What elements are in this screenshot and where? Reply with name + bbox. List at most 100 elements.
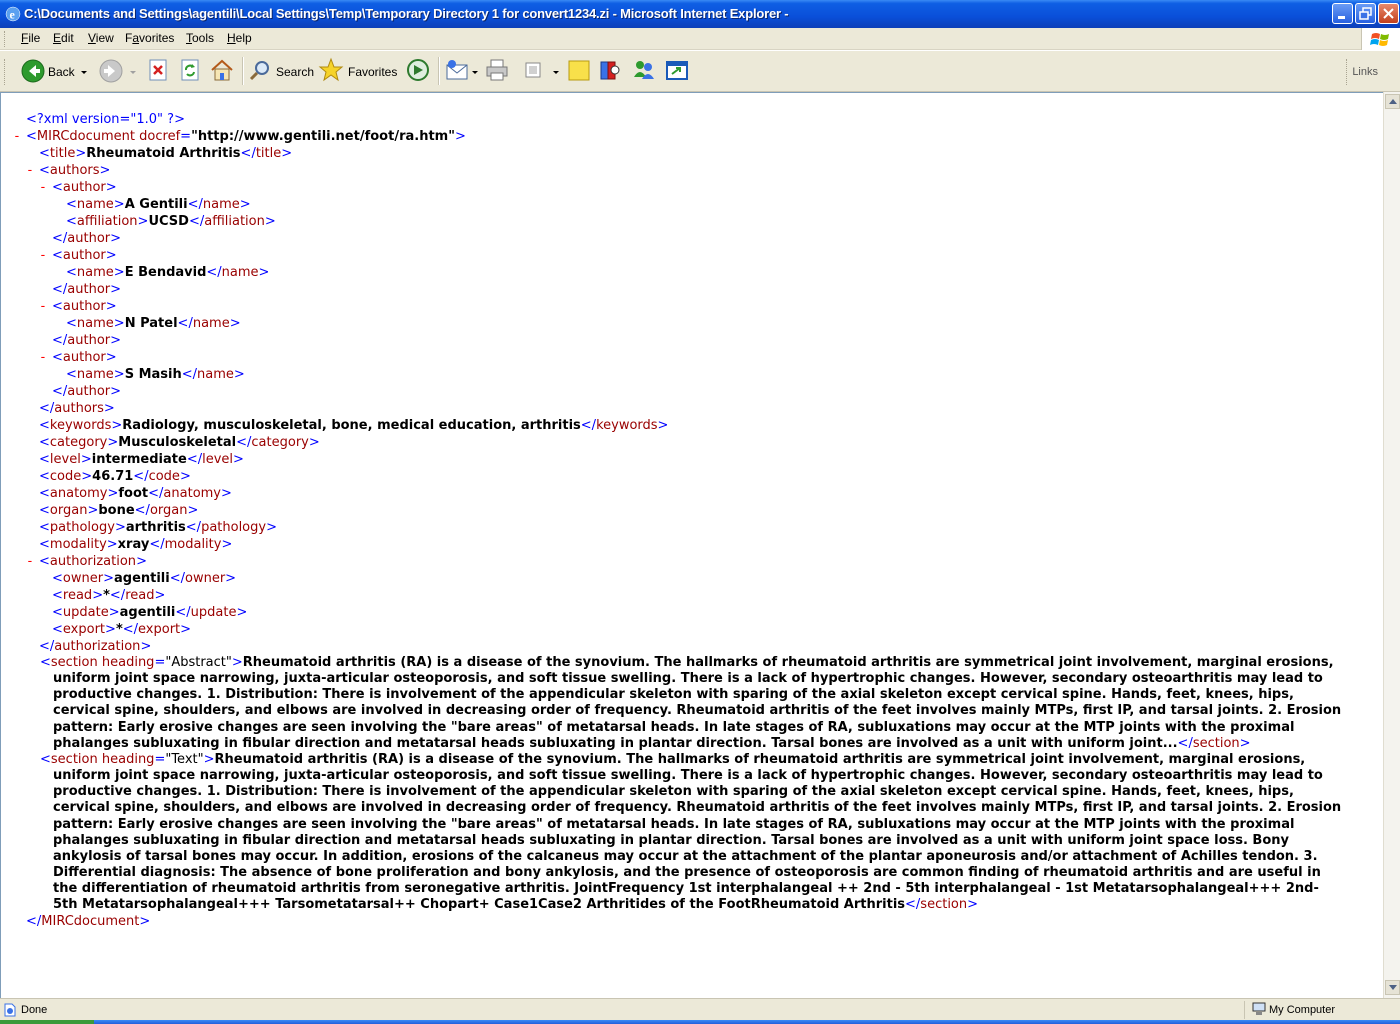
author-close-tag: </author>: [52, 282, 122, 297]
organ-element: <organ>bone</organ>: [39, 503, 199, 518]
restore-icon: [1359, 7, 1372, 20]
code-element: <code>46.71</code>: [39, 469, 191, 484]
links-grip[interactable]: [1346, 59, 1350, 85]
window-button[interactable]: [664, 57, 692, 85]
root-open-tag: <MIRCdocument docref="http://www.gentili…: [26, 129, 466, 144]
anatomy-element: <anatomy>foot</anatomy>: [39, 486, 232, 501]
author-name: <name>E Bendavid</name>: [66, 265, 270, 280]
vertical-scrollbar[interactable]: [1383, 92, 1400, 998]
collapse-icon[interactable]: -: [39, 247, 47, 264]
collapse-icon[interactable]: -: [39, 298, 47, 315]
authorization-open-tag: <authorization>: [39, 554, 147, 569]
scroll-up-button[interactable]: [1385, 94, 1400, 109]
title-element: <title>Rheumatoid Arthritis</title>: [39, 146, 293, 161]
status-text: Done: [21, 1004, 48, 1016]
author-name: <name>S Masih</name>: [66, 367, 245, 382]
back-dropdown-icon[interactable]: [81, 71, 87, 74]
search-label: Search: [276, 65, 315, 79]
mail-button[interactable]: [444, 57, 480, 85]
menu-view[interactable]: View: [88, 31, 114, 45]
update-element: <update>agentili</update>: [52, 605, 248, 620]
security-zone: My Computer: [1269, 1004, 1336, 1016]
menu-favorites[interactable]: Favorites: [125, 31, 174, 45]
home-icon: [211, 59, 233, 81]
menu-bar: File Edit View Favorites Tools Help: [0, 28, 1400, 50]
research-icon: [600, 61, 620, 80]
author-close-tag: </author>: [52, 384, 122, 399]
search-icon: [249, 61, 269, 81]
menu-tools[interactable]: Tools: [186, 31, 214, 45]
collapse-icon[interactable]: -: [13, 128, 21, 145]
close-button[interactable]: [1378, 3, 1399, 24]
xml-document-view[interactable]: <?xml version="1.0" ?> - <MIRCdocument d…: [0, 92, 1383, 998]
collapse-icon[interactable]: -: [26, 162, 34, 179]
back-arrow-icon: [21, 59, 45, 83]
start-button[interactable]: [0, 1020, 94, 1024]
search-button[interactable]: Search: [247, 57, 315, 85]
chevron-up-icon: [1389, 99, 1397, 104]
stop-button[interactable]: [146, 57, 172, 85]
links-toolbar[interactable]: Links: [1352, 66, 1378, 78]
refresh-button[interactable]: [178, 57, 204, 85]
windows-logo: [1361, 28, 1400, 50]
discuss-button[interactable]: [566, 57, 594, 85]
edit-button[interactable]: [520, 57, 562, 85]
edit-dropdown-icon[interactable]: [553, 71, 559, 74]
keywords-element: <keywords>Radiology, musculoskeletal, bo…: [39, 418, 669, 433]
mail-icon: [446, 60, 468, 80]
mail-dropdown-icon[interactable]: [472, 71, 478, 74]
collapse-icon[interactable]: -: [39, 179, 47, 196]
title-bar[interactable]: e C:\Documents and Settings\agentili\Loc…: [0, 0, 1400, 28]
back-button[interactable]: Back: [19, 57, 95, 85]
read-element: <read>*</read>: [52, 588, 166, 603]
menu-help[interactable]: Help: [227, 31, 252, 45]
menu-grip[interactable]: [4, 31, 8, 47]
window-icon: [666, 61, 688, 80]
menu-edit[interactable]: Edit: [53, 31, 74, 45]
owner-element: <owner>agentili</owner>: [52, 571, 237, 586]
forward-dropdown-icon[interactable]: [130, 71, 136, 74]
authorization-close-tag: </authorization>: [39, 639, 152, 654]
collapse-icon[interactable]: -: [26, 553, 34, 570]
author-name: <name>N Patel</name>: [66, 316, 241, 331]
toolbar-grip[interactable]: [4, 59, 8, 85]
print-icon: [486, 59, 508, 81]
stop-icon: [149, 59, 167, 81]
windows-flag-icon: [1370, 33, 1389, 46]
author-open-tag: <author>: [52, 299, 117, 314]
favorites-button[interactable]: Favorites: [318, 57, 397, 85]
toolbar-separator: [438, 57, 440, 85]
export-element: <export>*</export>: [52, 622, 192, 637]
media-button[interactable]: [405, 57, 433, 85]
ie-icon: e: [5, 6, 21, 22]
authors-close-tag: </authors>: [39, 401, 115, 416]
chevron-down-icon: [1389, 985, 1397, 990]
edit-page-icon: [525, 62, 541, 78]
toolbar-separator: [242, 57, 244, 85]
author-affiliation: <affiliation>UCSD</affiliation>: [66, 214, 276, 229]
status-bar: Done My Computer: [0, 998, 1400, 1020]
author-open-tag: <author>: [52, 350, 117, 365]
messenger-button[interactable]: [631, 57, 659, 85]
home-button[interactable]: [209, 57, 237, 85]
menu-file[interactable]: File: [21, 31, 40, 45]
window-title: C:\Documents and Settings\agentili\Local…: [24, 6, 789, 21]
modality-element: <modality>xray</modality>: [39, 537, 233, 552]
collapse-icon[interactable]: -: [39, 349, 47, 366]
page-done-icon: [4, 1003, 16, 1017]
category-element: <category>Musculoskeletal</category>: [39, 435, 320, 450]
favorites-star-icon: [318, 57, 344, 82]
print-button[interactable]: [484, 57, 512, 85]
svg-text:e: e: [10, 8, 16, 22]
authors-open-tag: <authors>: [39, 163, 111, 178]
minimize-button[interactable]: [1332, 3, 1353, 24]
refresh-icon: [181, 59, 199, 81]
author-open-tag: <author>: [52, 248, 117, 263]
research-button[interactable]: [597, 57, 625, 85]
forward-button[interactable]: [97, 57, 139, 85]
restore-button[interactable]: [1355, 3, 1376, 24]
media-icon: [407, 59, 429, 81]
status-separator: [1244, 1001, 1245, 1019]
scroll-down-button[interactable]: [1385, 980, 1400, 995]
close-icon: [1383, 8, 1394, 19]
